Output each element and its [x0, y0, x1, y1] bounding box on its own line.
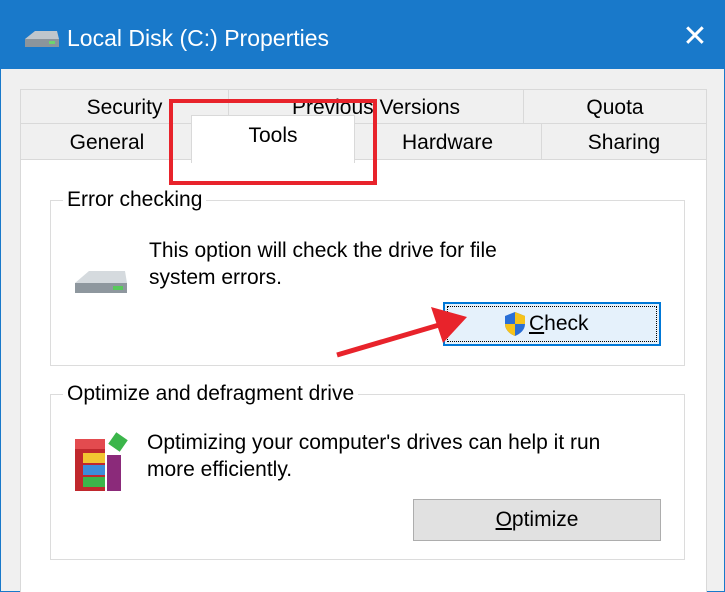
optimize-group: Optimize and defragment drive Optimizing… [50, 379, 685, 560]
close-button[interactable]: ✕ [673, 17, 717, 57]
tools-tab-panel: Error checking This option will check th… [20, 159, 707, 592]
drive-icon [75, 271, 127, 293]
optimize-description-line2: more efficiently. [147, 458, 293, 481]
drive-icon [25, 31, 59, 47]
red-arrow-icon [336, 307, 467, 358]
check-button[interactable]: Check [443, 302, 661, 346]
optimize-title: Optimize and defragment drive [63, 379, 359, 409]
window-title: Local Disk (C:) Properties [67, 25, 330, 51]
error-checking-title: Error checking [63, 185, 207, 215]
defrag-icon [75, 432, 128, 491]
tab-tools[interactable]: Tools [191, 115, 355, 163]
properties-window: Local Disk (C:) Properties ✕ Security Pr… [0, 0, 725, 592]
title-bar[interactable]: Local Disk (C:) Properties ✕ [1, 1, 724, 69]
tab-quota[interactable]: Quota [523, 89, 707, 125]
optimize-button[interactable]: Optimize [413, 499, 661, 541]
optimize-description-line1: Optimizing your computer's drives can he… [147, 431, 601, 454]
check-button-label: Check [529, 312, 589, 335]
error-checking-description-line1: This option will check the drive for fil… [149, 239, 497, 262]
tab-general[interactable]: General [20, 123, 194, 161]
uac-shield-icon [503, 311, 527, 337]
tab-hardware[interactable]: Hardware [353, 123, 542, 161]
tab-sharing[interactable]: Sharing [541, 123, 707, 161]
error-checking-description-line2: system errors. [149, 266, 283, 289]
